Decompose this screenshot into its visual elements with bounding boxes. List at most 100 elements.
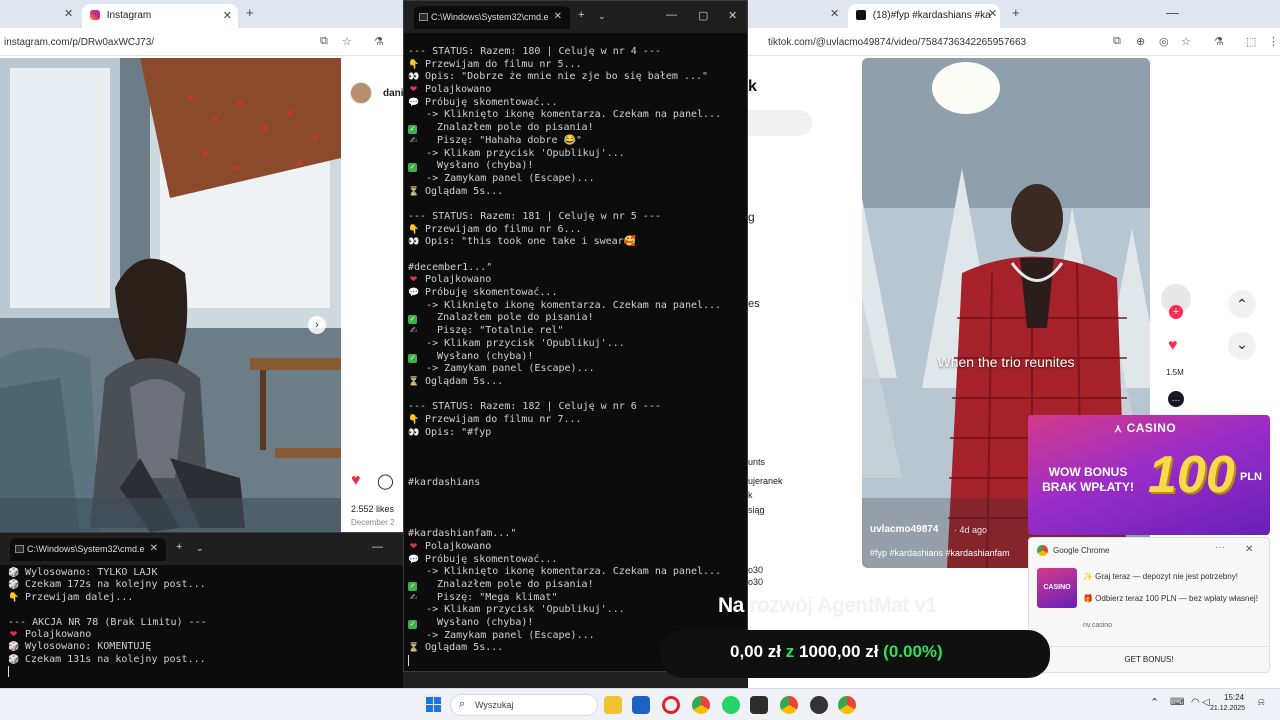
cmd-output[interactable]: 🎲 Wylosowano: TYLKO LAJK 🎲 Czekam 172s na… [8,567,207,679]
bookmark-star-icon[interactable]: ☆ [1181,35,1191,48]
post-sidebar: dani ♥ ◯ 2.552 likes December 2 [341,58,403,532]
cmd-output[interactable]: --- STATUS: Razem: 180 | Celuję w nr 4 -… [408,46,744,668]
tab-instagram[interactable]: Instagram ✕ [82,4,238,28]
new-tab-icon[interactable]: + [1012,5,1020,20]
open-external-icon[interactable]: ⧉ [320,35,328,48]
cmd-output-line: ✓ Wysłano (chyba)! [408,351,744,364]
follow-plus-icon[interactable]: + [1169,305,1183,319]
cmd-output-line: ⏳ Oglądam 5s... [408,376,744,389]
status-emoji-icon: 🎲 [8,642,20,653]
eye-off-icon[interactable]: ◎ [1159,35,1169,48]
cmd-output-line: ❤ Polajkowano [408,84,744,97]
flask-icon[interactable]: ⚗ [1214,35,1224,48]
whatsapp-icon[interactable] [722,696,740,714]
notification-bell-icon[interactable]: ⍾ [1258,697,1265,708]
video-author[interactable]: uvlacmo49874 [870,524,938,535]
get-bonus-button[interactable]: GET BONUS! [1029,646,1269,672]
comment-icon[interactable]: … [1168,391,1184,407]
like-heart-icon[interactable]: ♥ [1168,337,1178,355]
app-icon[interactable] [810,696,828,714]
address-bar: tiktok.com/@uvlacmo49874/video/758473634… [748,28,1280,56]
close-tab-icon[interactable]: ✕ [64,7,73,20]
taskbar-search-box[interactable]: ⌕ Wyszukaj [450,694,598,716]
status-emoji-icon: 👇 [408,414,420,425]
zoom-icon[interactable]: ⊕ [1136,35,1145,48]
cmd-output-text: #kardashians [408,477,481,489]
search-placeholder: Wyszukaj [475,700,514,710]
username[interactable]: dani [383,88,403,99]
tab-tiktok[interactable]: (18)#fyp #kardashians #ka [848,4,1000,28]
close-tab-icon[interactable]: ✕ [223,9,232,22]
cmd-tab[interactable]: C:\Windows\System32\cmd.e ✕ [414,6,570,29]
close-tab-icon[interactable]: ✕ [554,11,562,22]
tab-label: (18)#fyp #kardashians #ka [872,10,991,21]
chevron-down-icon[interactable]: ⌄ [598,11,606,22]
new-tab-icon[interactable]: + [246,5,254,20]
url-field[interactable]: tiktok.com/@uvlacmo49874/video/758473634… [768,37,1026,48]
tray-chevron-up-icon[interactable]: ⌃ [1150,696,1159,709]
close-tab-icon[interactable]: ✕ [150,543,158,554]
extensions-icon[interactable]: ⬚ [1246,35,1256,48]
volume-icon[interactable]: ◁ [1202,697,1210,708]
terminal-icon[interactable] [750,696,768,714]
instagram-icon [90,10,100,20]
more-options-icon[interactable]: ··· [1215,542,1225,553]
minimize-icon[interactable]: — [666,9,677,21]
text-cursor [408,655,409,666]
donation-current: 0,00 zł [730,642,782,661]
status-emoji-icon: 🎲 [8,580,20,591]
close-notification-icon[interactable]: ✕ [1245,544,1253,555]
chrome-profile-icon[interactable] [838,696,856,714]
cmd-output-text: -> Zamykam panel (Escape)... [408,172,595,184]
status-emoji-icon: 🎲 [8,568,20,578]
translate-icon[interactable]: ⧉ [1113,35,1121,48]
cmd-prompt-line[interactable] [8,666,207,678]
chrome-profile-icon[interactable] [780,696,798,714]
menu-icon[interactable]: ⋮ [1268,35,1279,48]
wifi-icon[interactable]: ◠ [1191,697,1200,708]
next-video-down-icon[interactable]: ⌄ [1228,332,1256,360]
opera-icon[interactable] [662,696,680,714]
cmd-output-text: Polajkowano [419,274,492,286]
close-tab-icon[interactable]: ✕ [988,7,997,20]
search-box-partial[interactable] [748,110,812,136]
new-tab-icon[interactable]: + [578,9,584,21]
minimize-icon[interactable]: — [372,541,383,553]
casino-ad-banner[interactable]: ⋏ CASINO WOW BONUS BRAK WPŁATY! 100 PLN [1028,415,1270,535]
status-emoji-icon: 💬 [408,554,420,565]
casino-bonus-amount: 100 [1148,446,1235,504]
cmd-output-text: -> Zamykam panel (Escape)... [408,629,595,641]
cmd-tab[interactable]: C:\Windows\System32\cmd.e ✕ [10,538,166,561]
file-explorer-icon[interactable] [604,696,622,714]
clock-date[interactable]: 21.12.2025 [1210,705,1245,712]
avatar[interactable] [350,82,372,104]
url-field[interactable]: instagram.com/p/DRw0axWCJ73/ [4,37,154,48]
chrome-icon[interactable] [692,696,710,714]
video-hashtags[interactable]: #fyp #kardashians #kardashianfam [870,548,1010,558]
bookmark-star-icon[interactable]: ☆ [342,35,352,48]
next-image-arrow-icon[interactable]: › [308,316,326,334]
cmd-output-text: Próbuję skomentować... [419,553,558,565]
like-heart-icon[interactable]: ♥ [351,472,361,490]
minimize-icon[interactable]: — [1166,5,1179,20]
cmd-output-line: -> Klikam przycisk 'Opublikuj'... [408,604,744,617]
comment-icon[interactable]: ◯ [377,472,394,490]
cmd-output-line: --- STATUS: Razem: 180 | Celuję w nr 4 -… [408,46,744,59]
network-icon[interactable]: ⌨ [1170,697,1184,708]
clock-time[interactable]: 15:24 [1224,693,1244,702]
cmd-tab-title: C:\Windows\System32\cmd.e [27,544,145,554]
previous-video-up-icon[interactable]: ⌃ [1228,290,1256,318]
maximize-icon[interactable]: ▢ [698,9,708,22]
close-tab-icon[interactable]: ✕ [830,7,839,20]
status-emoji-icon: 👇 [408,59,420,70]
chevron-down-icon[interactable]: ⌄ [196,543,204,554]
instagram-post-photo[interactable]: › [0,58,341,532]
cmd-output-text: --- AKCJA NR 78 (Brak Limitu) --- [8,616,207,628]
chrome-notification[interactable]: Google Chrome ··· ✕ CASINO ✨ Graj teraz … [1028,537,1270,673]
flask-icon[interactable]: ⚗ [374,35,384,48]
close-window-icon[interactable]: ✕ [728,9,737,22]
store-icon[interactable] [632,696,650,714]
new-tab-icon[interactable]: + [176,541,182,553]
windows-start-icon[interactable] [426,697,441,712]
status-emoji-icon: ✍ [409,592,418,603]
